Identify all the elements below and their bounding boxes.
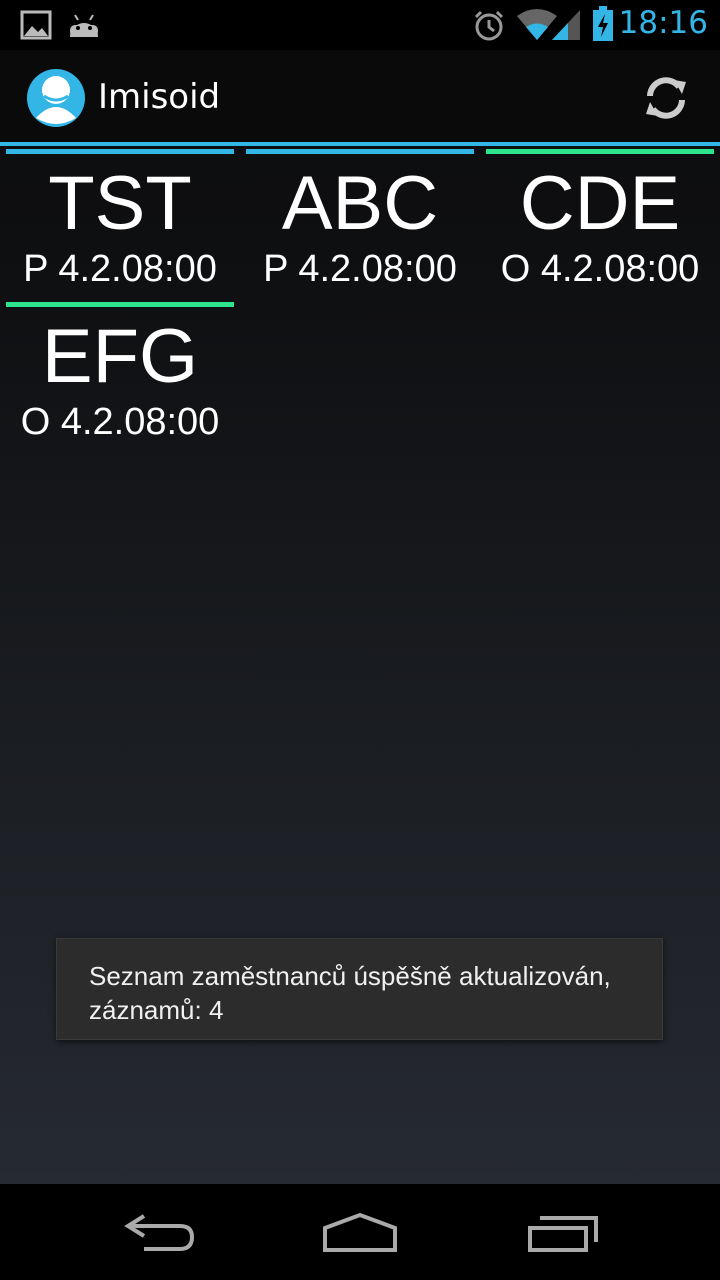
action-bar: Imisoid [0, 50, 720, 142]
status-indicator-bar [246, 149, 474, 154]
employee-tile[interactable]: EFG O 4.2.08:00 [6, 302, 234, 454]
toast-notification: Seznam zaměstnanců úspěšně aktualizován,… [56, 938, 663, 1040]
alarm-icon [472, 9, 506, 47]
employee-status: O 4.2.08:00 [20, 401, 220, 443]
clock-time: 18:16 [618, 5, 708, 41]
employee-status: P 4.2.08:00 [263, 248, 457, 290]
gallery-icon [20, 9, 52, 45]
employee-code: ABC [281, 161, 439, 246]
employee-tile[interactable]: TST P 4.2.08:00 [6, 149, 234, 301]
recent-apps-icon [528, 1216, 598, 1252]
action-bar-divider [0, 142, 720, 146]
employee-code: EFG [41, 314, 199, 399]
toast-message: Seznam zaměstnanců úspěšně aktualizován,… [89, 961, 611, 1025]
refresh-button[interactable] [640, 72, 692, 124]
back-button[interactable] [114, 1204, 204, 1260]
signal-icon [550, 8, 582, 46]
refresh-icon [646, 77, 686, 119]
employee-code: TST [48, 161, 192, 246]
employee-tile[interactable]: ABC P 4.2.08:00 [246, 149, 474, 301]
status-indicator-bar [486, 149, 714, 154]
back-icon [124, 1214, 195, 1251]
app-title: Imisoid [98, 77, 221, 117]
status-indicator-bar [6, 302, 234, 307]
status-indicator-bar [6, 149, 234, 154]
employee-code: CDE [519, 161, 681, 246]
navigation-bar [0, 1184, 720, 1280]
employee-status: O 4.2.08:00 [500, 248, 700, 290]
employee-tile[interactable]: CDE O 4.2.08:00 [486, 149, 714, 301]
app-logo-icon[interactable] [26, 68, 86, 128]
status-bar: 18:16 [0, 0, 720, 50]
home-button[interactable] [315, 1204, 405, 1260]
employee-status: P 4.2.08:00 [23, 248, 217, 290]
battery-charging-icon [592, 6, 614, 46]
recent-apps-button[interactable] [518, 1204, 608, 1260]
home-icon [323, 1212, 397, 1252]
android-icon [66, 9, 102, 45]
